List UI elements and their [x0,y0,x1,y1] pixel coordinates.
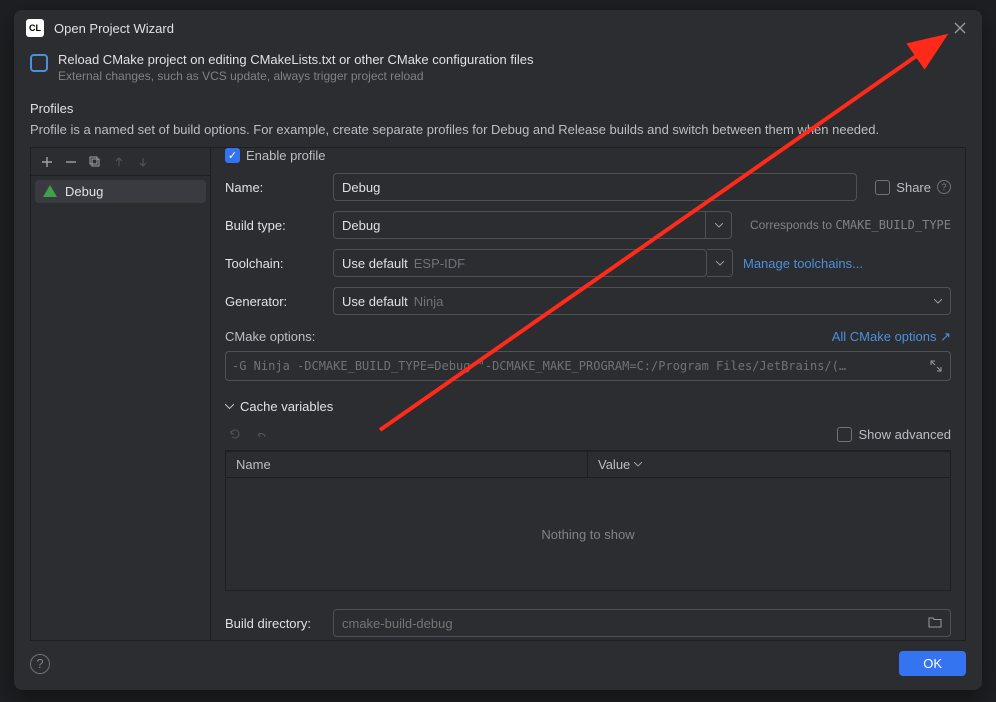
share-label: Share [896,180,931,195]
cmake-icon [43,185,57,199]
profile-item-debug[interactable]: Debug [35,180,206,203]
cache-col-name[interactable]: Name [226,452,588,477]
expand-icon [930,360,942,372]
reload-checkbox-hint: External changes, such as VCS update, al… [58,69,533,83]
move-up-button [109,152,129,172]
cache-reload-button [225,424,245,444]
toolchain-value: Use default [342,256,408,271]
generator-label: Generator: [225,294,323,309]
show-advanced-label: Show advanced [858,427,951,442]
build-type-select[interactable]: Debug [333,211,706,239]
toolchain-label: Toolchain: [225,256,323,271]
toolchain-select[interactable]: Use default ESP-IDF [333,249,707,277]
cache-empty-text: Nothing to show [226,478,950,590]
enable-profile-label: Enable profile [246,148,326,163]
titlebar: CL Open Project Wizard [14,10,982,46]
manage-toolchains-link[interactable]: Manage toolchains... [743,256,863,271]
toolchain-dropdown-button[interactable] [707,249,733,277]
move-down-button [133,152,153,172]
remove-profile-button[interactable] [61,152,81,172]
profiles-description: Profile is a named set of build options.… [30,122,966,137]
arrow-down-icon [138,157,148,167]
close-button[interactable] [950,18,970,38]
close-icon [954,22,966,34]
name-input-field[interactable] [342,180,848,195]
reload-checkbox-label: Reload CMake project on editing CMakeLis… [58,52,533,67]
build-type-label: Build type: [225,218,323,233]
cache-variables-header: Cache variables [240,399,333,414]
cmake-options-label: CMake options: [225,329,315,345]
arrow-up-icon [114,157,124,167]
app-icon: CL [26,19,44,37]
build-type-dropdown-button[interactable] [706,211,732,239]
profiles-list-pane: Debug [30,147,210,641]
reload-checkbox[interactable] [30,54,48,72]
profiles-heading: Profiles [30,101,966,116]
plus-icon [41,156,53,168]
chevron-down-icon [634,462,642,467]
chevron-down-icon [225,402,234,411]
enable-profile-checkbox[interactable]: ✓ [225,148,240,163]
name-label: Name: [225,180,323,195]
expand-button[interactable] [928,358,944,374]
generator-select[interactable]: Use default Ninja [333,287,951,315]
cache-col-value[interactable]: Value [588,452,652,477]
open-project-wizard-dialog: CL Open Project Wizard Reload CMake proj… [14,10,982,690]
add-profile-button[interactable] [37,152,57,172]
chevron-down-icon [716,261,724,266]
profiles-toolbar [31,148,210,176]
cache-variables-table: Name Value Nothing to show [225,451,951,591]
build-directory-input[interactable] [333,609,951,637]
reload-icon [229,428,241,440]
chevron-down-icon [934,299,942,304]
build-directory-label: Build directory: [225,616,323,631]
copy-icon [89,156,101,168]
generator-default: Ninja [414,294,444,309]
chevron-down-icon [715,223,723,228]
dialog-title: Open Project Wizard [54,21,940,36]
browse-folder-button[interactable] [928,616,942,631]
name-input[interactable] [333,173,857,201]
cache-variables-toggle[interactable]: Cache variables [225,399,951,414]
cmake-options-value: -G Ninja -DCMAKE_BUILD_TYPE=Debug "-DCMA… [232,359,846,373]
undo-icon [255,428,267,440]
copy-profile-button[interactable] [85,152,105,172]
profile-form-pane: ✓ Enable profile Name: Share ? Build t [210,147,966,641]
generator-value: Use default [342,294,408,309]
build-type-value: Debug [342,218,380,233]
toolchain-default: ESP-IDF [414,256,465,271]
profile-item-label: Debug [65,184,103,199]
help-button[interactable]: ? [30,654,50,674]
folder-icon [928,616,942,628]
minus-icon [65,156,77,168]
build-type-side-text: Corresponds to CMAKE_BUILD_TYPE [750,218,951,232]
show-advanced-checkbox[interactable] [837,427,852,442]
ok-button[interactable]: OK [899,651,966,676]
share-help-icon[interactable]: ? [937,180,951,194]
all-cmake-options-link[interactable]: All CMake options ↗ [832,329,951,345]
share-checkbox[interactable] [875,180,890,195]
cmake-options-input[interactable]: -G Ninja -DCMAKE_BUILD_TYPE=Debug "-DCMA… [225,351,951,381]
build-directory-field[interactable] [342,616,942,631]
cache-undo-button [251,424,271,444]
